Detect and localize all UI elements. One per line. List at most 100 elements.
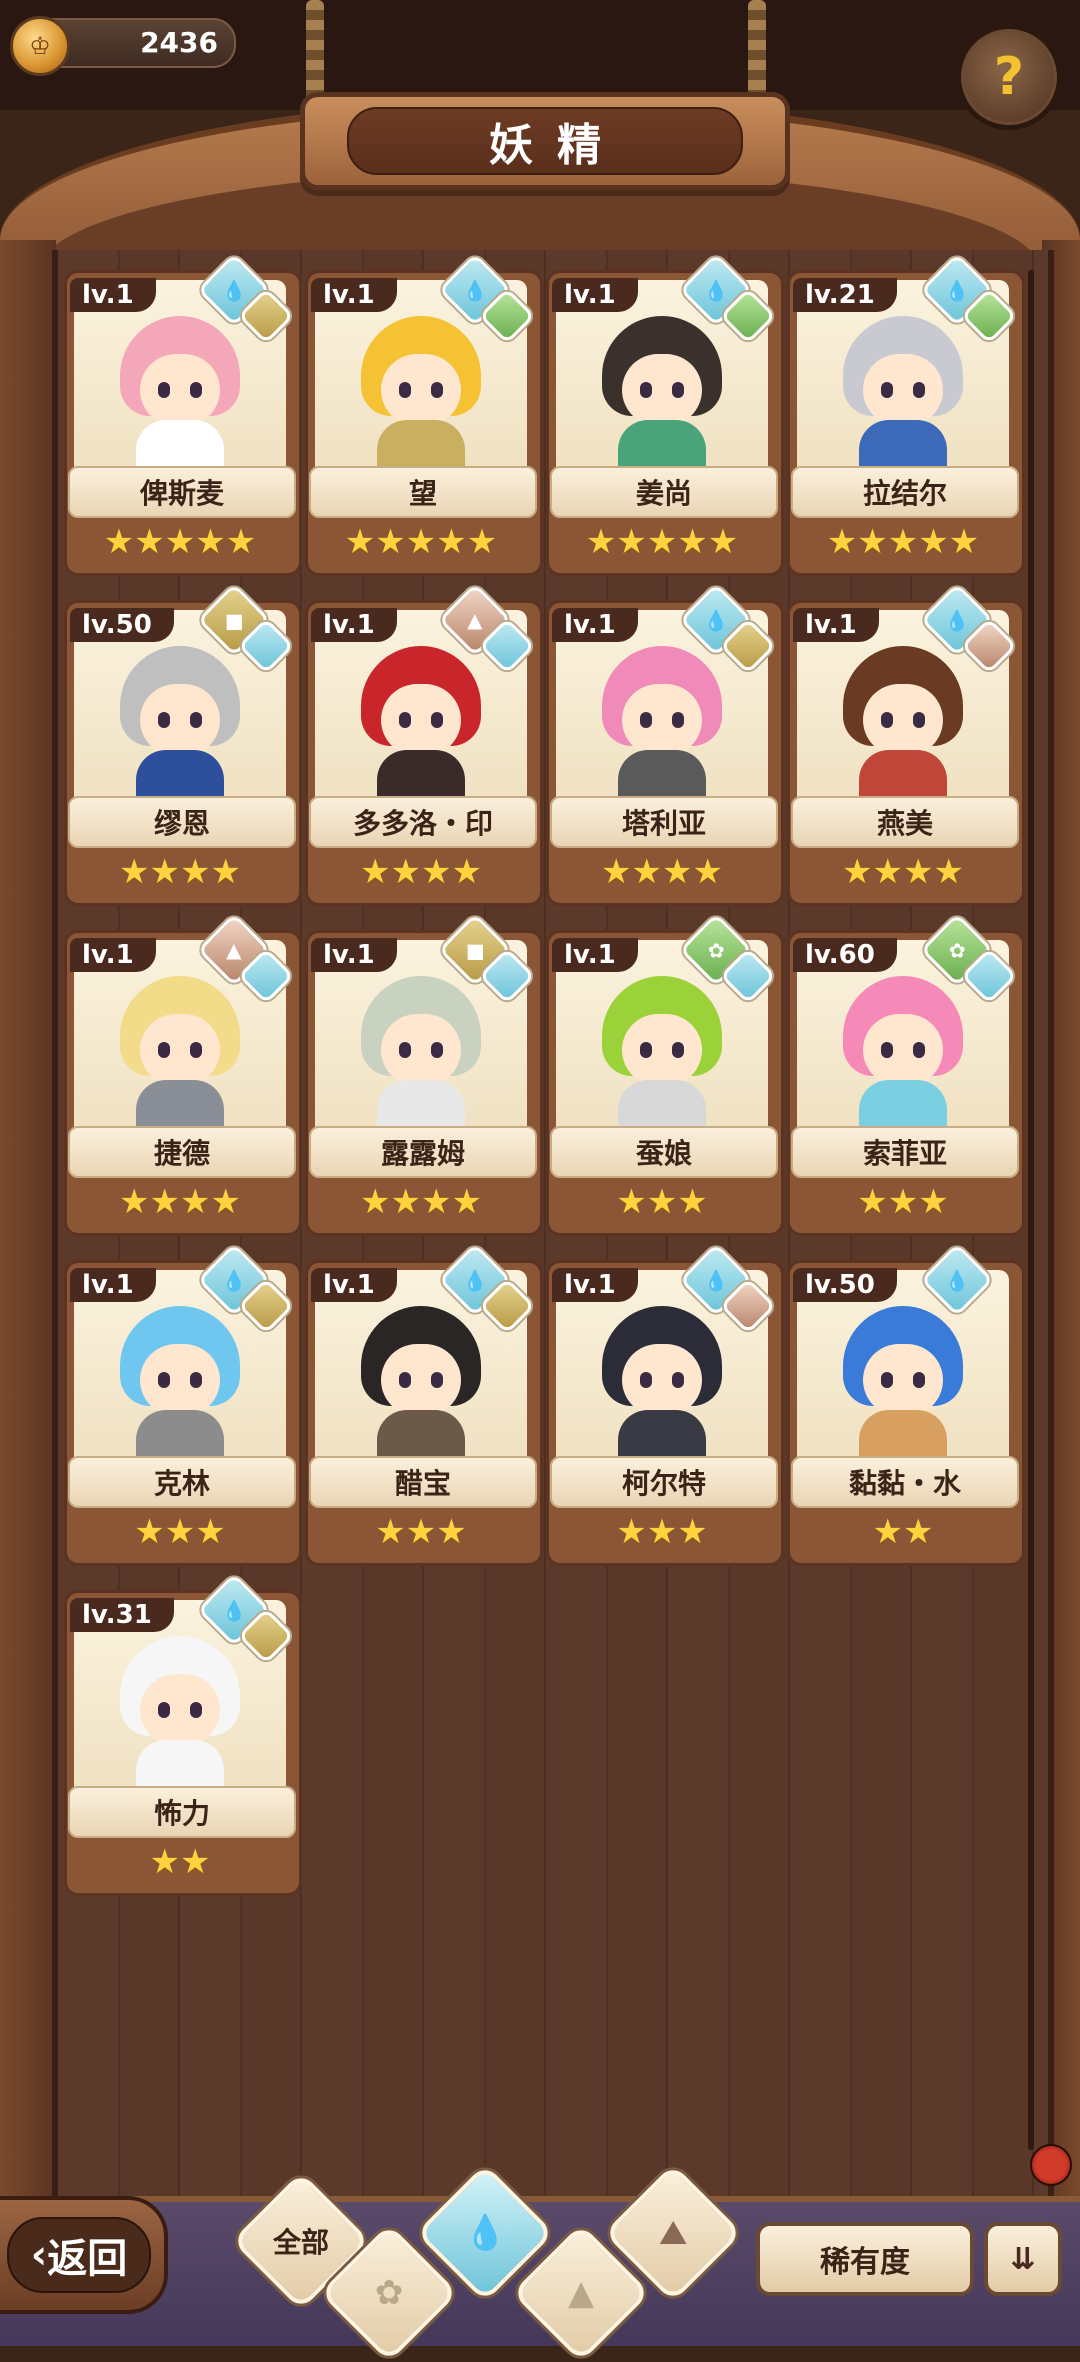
portrait-eye	[672, 1042, 684, 1058]
fairy-card[interactable]: lv.1 ▲ 捷德 ★★★★	[64, 913, 302, 1236]
fairy-level: lv.1	[793, 608, 879, 642]
portrait-eye	[913, 382, 925, 398]
back-arrow-icon: ‹	[30, 2232, 48, 2278]
fairy-level: lv.60	[793, 938, 897, 972]
fairy-card[interactable]: lv.1 💧 燕美 ★★★★	[787, 583, 1025, 906]
mountain-icon: ⛰	[658, 2213, 688, 2253]
fairy-portrait	[598, 316, 726, 480]
portrait-eye	[913, 1372, 925, 1388]
fairy-card[interactable]: lv.1 ✿ 蚕娘 ★★★	[546, 913, 784, 1236]
fairy-card[interactable]: lv.1 💧 克林 ★★★	[64, 1243, 302, 1566]
fairy-portrait	[116, 1306, 244, 1470]
portrait-face	[140, 354, 220, 426]
back-label: 返回	[47, 2236, 128, 2282]
help-button[interactable]: ?	[956, 24, 1062, 130]
fairy-portrait	[116, 646, 244, 810]
fairy-stars: ★★★	[616, 1182, 708, 1222]
portrait-face	[140, 684, 220, 756]
portrait-eye	[190, 382, 202, 398]
fairy-card[interactable]: lv.60 ✿ 索菲亚 ★★★	[787, 913, 1025, 1236]
rarity-sort-button[interactable]: 稀有度	[756, 2222, 974, 2296]
fairy-stars: ★★★★	[360, 852, 482, 892]
fairy-level: lv.1	[70, 1268, 156, 1302]
fairy-level: lv.1	[70, 938, 156, 972]
portrait-face	[140, 1014, 220, 1086]
portrait-face	[140, 1344, 220, 1416]
fairy-name: 俾斯麦	[68, 466, 296, 518]
sort-order-icon: ⇊	[1010, 2241, 1036, 2277]
portrait-eye	[190, 1702, 202, 1718]
fairy-stars: ★★★★	[360, 1182, 482, 1222]
fairy-card[interactable]: lv.1 💧 醋宝 ★★★	[305, 1243, 543, 1566]
portrait-eye	[672, 382, 684, 398]
portrait-eye	[640, 712, 652, 728]
portrait-eye	[399, 382, 411, 398]
sort-order-button[interactable]: ⇊	[984, 2222, 1062, 2296]
portrait-eye	[672, 1372, 684, 1388]
fairy-portrait	[357, 976, 485, 1140]
portrait-eye	[158, 712, 170, 728]
portrait-face	[622, 1014, 702, 1086]
back-button-inner: ‹ 返回	[7, 2217, 151, 2293]
page-title: 妖精	[347, 107, 743, 175]
fairy-card[interactable]: lv.21 💧 拉结尔 ★★★★★	[787, 253, 1025, 576]
fairy-name: 塔利亚	[550, 796, 778, 848]
fairy-card[interactable]: lv.1 ▲ 多多洛・印 ★★★★	[305, 583, 543, 906]
fairy-stars: ★★★★	[601, 852, 723, 892]
portrait-eye	[640, 1042, 652, 1058]
fairy-stars: ★★★★★	[826, 522, 980, 562]
fairy-name: 醋宝	[309, 1456, 537, 1508]
portrait-face	[140, 1674, 220, 1746]
fairy-card[interactable]: lv.50 💧 黏黏・水 ★★	[787, 1243, 1025, 1566]
title-sign: 妖精	[300, 92, 790, 190]
fairy-stars: ★★	[149, 1842, 211, 1882]
portrait-eye	[399, 1042, 411, 1058]
portrait-eye	[640, 1372, 652, 1388]
fairy-card[interactable]: lv.1 💧 俾斯麦 ★★★★★	[64, 253, 302, 576]
fairy-level: lv.50	[70, 608, 174, 642]
fairy-portrait	[116, 976, 244, 1140]
water-drop-icon: 💧	[463, 2213, 507, 2253]
ladybug-scroll-handle-icon[interactable]	[1030, 2144, 1072, 2186]
portrait-eye	[672, 712, 684, 728]
portrait-face	[863, 1014, 943, 1086]
sprout-icon: ✿	[374, 2273, 404, 2313]
fairy-stars: ★★	[872, 1512, 934, 1552]
portrait-face	[381, 1344, 461, 1416]
fairy-name: 蚕娘	[550, 1126, 778, 1178]
portrait-eye	[431, 1372, 443, 1388]
fairy-card[interactable]: lv.1 💧 塔利亚 ★★★★	[546, 583, 784, 906]
fairy-name: 怖力	[68, 1786, 296, 1838]
fairy-card[interactable]: lv.50 ■ 缪恩 ★★★★	[64, 583, 302, 906]
fairy-portrait	[357, 316, 485, 480]
portrait-eye	[190, 1372, 202, 1388]
portrait-eye	[158, 1702, 170, 1718]
fairy-portrait	[598, 646, 726, 810]
fairy-card[interactable]: lv.31 💧 怖力 ★★	[64, 1573, 302, 1896]
portrait-eye	[431, 1042, 443, 1058]
fairy-portrait	[839, 976, 967, 1140]
portrait-face	[863, 1344, 943, 1416]
fairy-portrait	[839, 316, 967, 480]
fairy-card[interactable]: lv.1 💧 柯尔特 ★★★	[546, 1243, 784, 1566]
fairy-card[interactable]: lv.1 💧 望 ★★★★★	[305, 253, 543, 576]
fairy-stars: ★★★★★	[344, 522, 498, 562]
fairy-name: 姜尚	[550, 466, 778, 518]
fairy-name: 克林	[68, 1456, 296, 1508]
fairy-portrait	[116, 1636, 244, 1800]
back-button[interactable]: ‹ 返回	[0, 2196, 168, 2314]
fairy-level: lv.1	[311, 608, 397, 642]
portrait-eye	[881, 382, 893, 398]
fairy-card[interactable]: lv.1 💧 姜尚 ★★★★★	[546, 253, 784, 576]
filter-all-label: 全部	[272, 2225, 330, 2259]
portrait-eye	[640, 382, 652, 398]
fairy-name: 捷德	[68, 1126, 296, 1178]
fairy-portrait	[598, 976, 726, 1140]
fairy-level: lv.1	[311, 1268, 397, 1302]
scrollbar-track[interactable]	[1028, 270, 1034, 2150]
fairy-stars: ★★★	[375, 1512, 467, 1552]
fairy-level: lv.1	[552, 278, 638, 312]
fairy-card[interactable]: lv.1 ■ 露露姆 ★★★★	[305, 913, 543, 1236]
fairy-name: 露露姆	[309, 1126, 537, 1178]
portrait-face	[863, 684, 943, 756]
